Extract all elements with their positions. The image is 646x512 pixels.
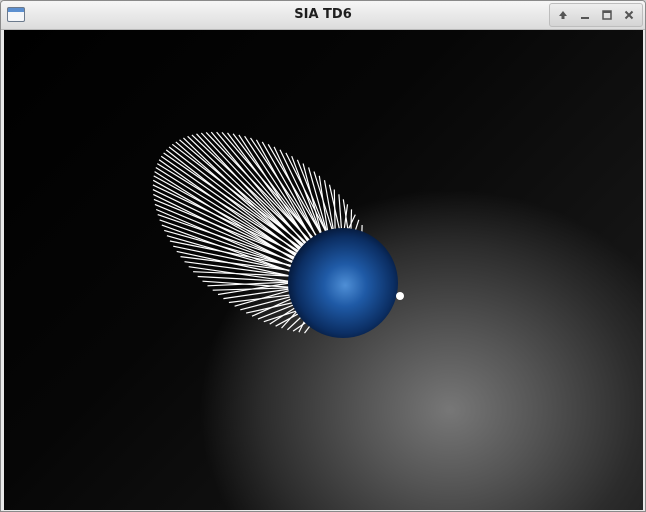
shade-button[interactable] (553, 6, 573, 24)
hair-strand (275, 311, 302, 327)
gl-viewport[interactable] (4, 30, 643, 510)
hair-strand (302, 163, 323, 237)
hair-strand (333, 189, 336, 233)
minimize-icon (581, 17, 589, 19)
light-source-marker[interactable] (396, 292, 404, 300)
arrow-up-icon (559, 11, 567, 19)
hair-strand (323, 180, 335, 233)
maximize-icon (602, 10, 612, 20)
close-button[interactable] (619, 6, 639, 24)
title-bar[interactable]: SIA TD6 (1, 1, 645, 30)
close-icon (624, 10, 634, 20)
maximize-button[interactable] (597, 6, 617, 24)
minimize-button[interactable] (575, 6, 595, 24)
scene-canvas[interactable] (4, 30, 643, 510)
window-controls (549, 3, 643, 27)
shaded-sphere[interactable] (288, 228, 398, 338)
app-window: SIA TD6 (0, 0, 646, 512)
